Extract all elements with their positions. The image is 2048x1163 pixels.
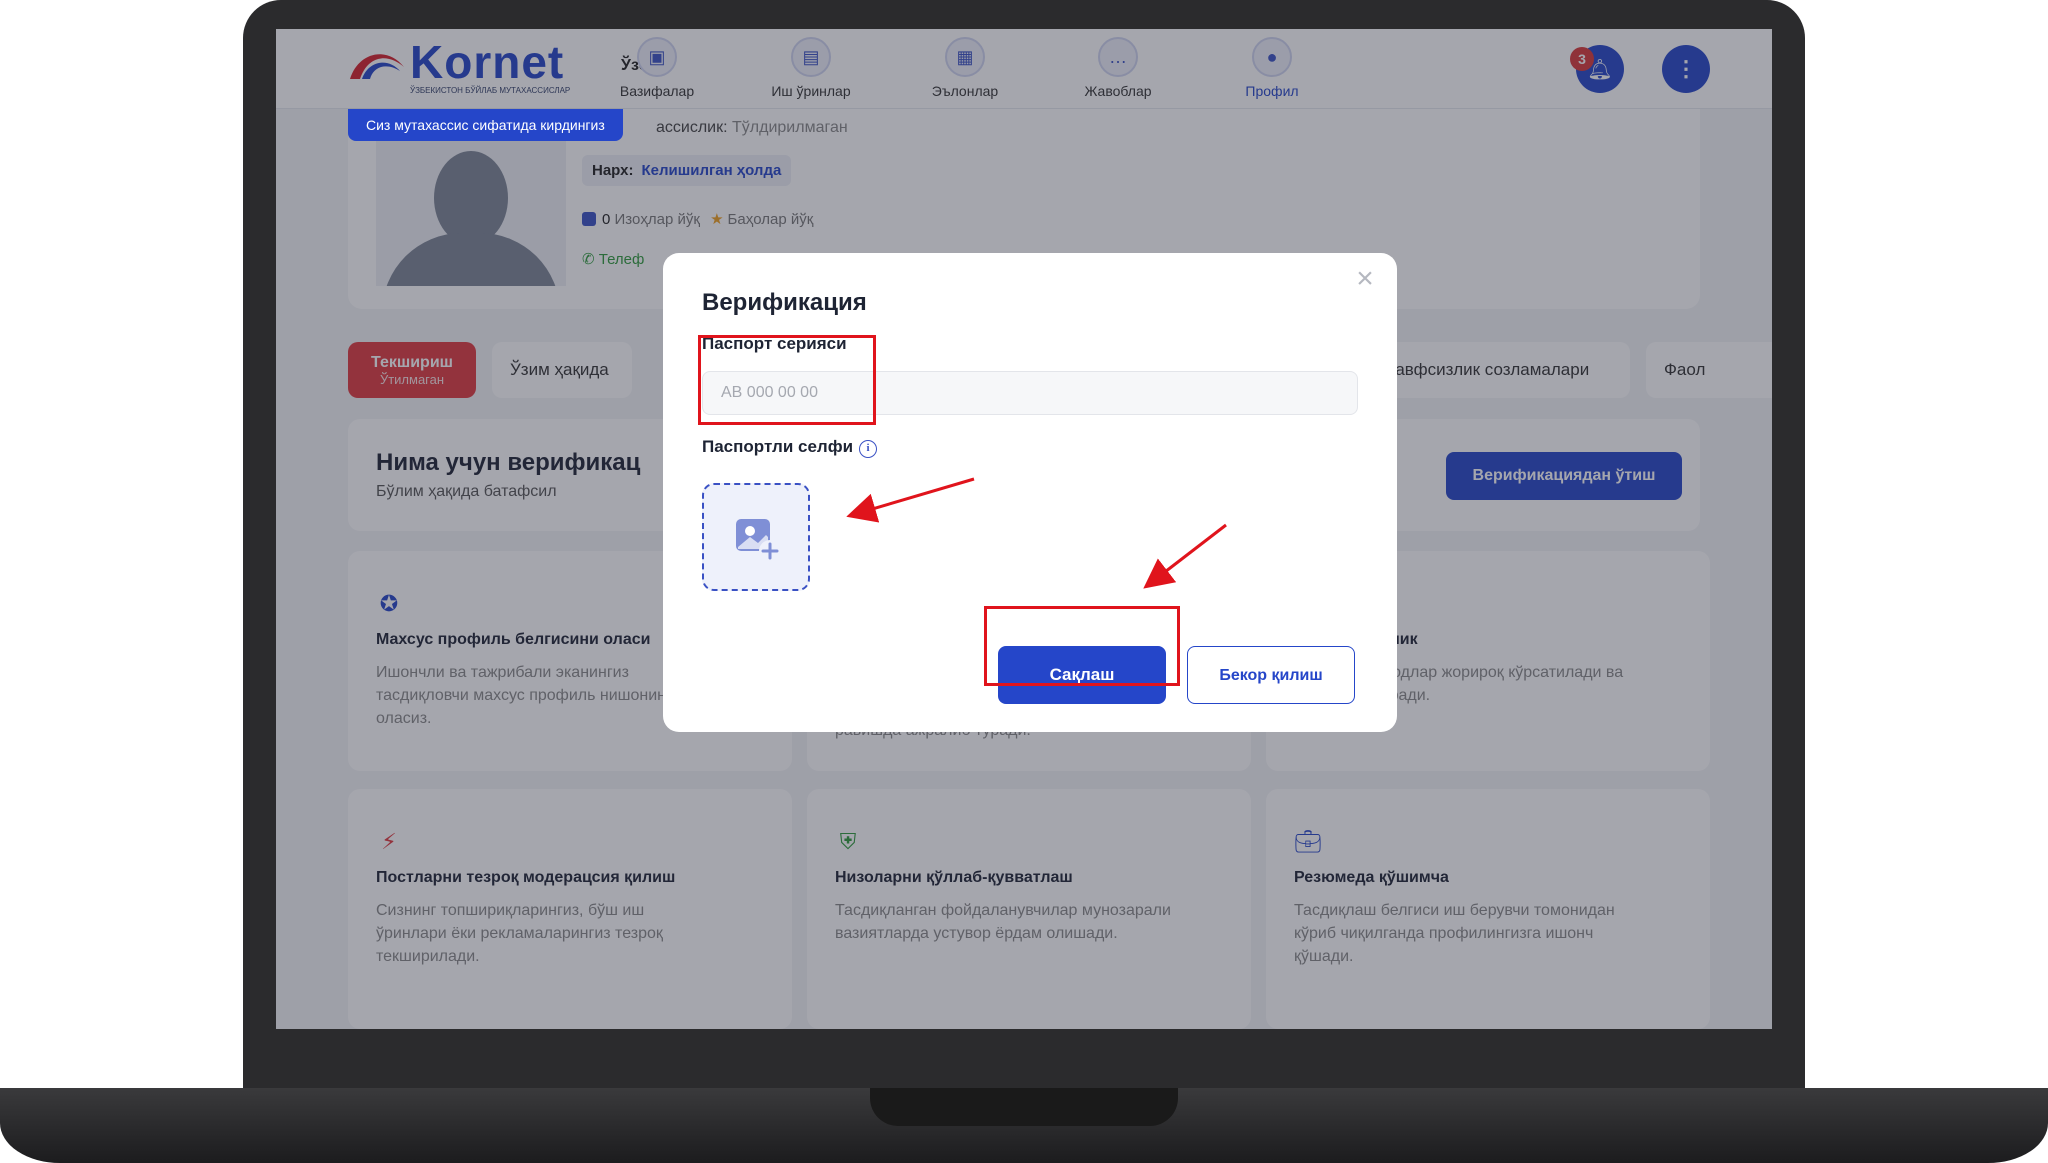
arrow-to-save xyxy=(1143,523,1227,589)
app-screen: Kornet ЎЗБЕКИСТОН БЎЙЛАБ МУТАХАССИСЛАР Ў… xyxy=(276,29,1772,1029)
arrow-to-upload xyxy=(846,477,975,523)
expert-banner: Сиз мутахассис сифатида кирдингиз xyxy=(348,109,623,141)
annotation-arrows xyxy=(846,477,1227,589)
laptop-notch xyxy=(870,1088,1178,1126)
